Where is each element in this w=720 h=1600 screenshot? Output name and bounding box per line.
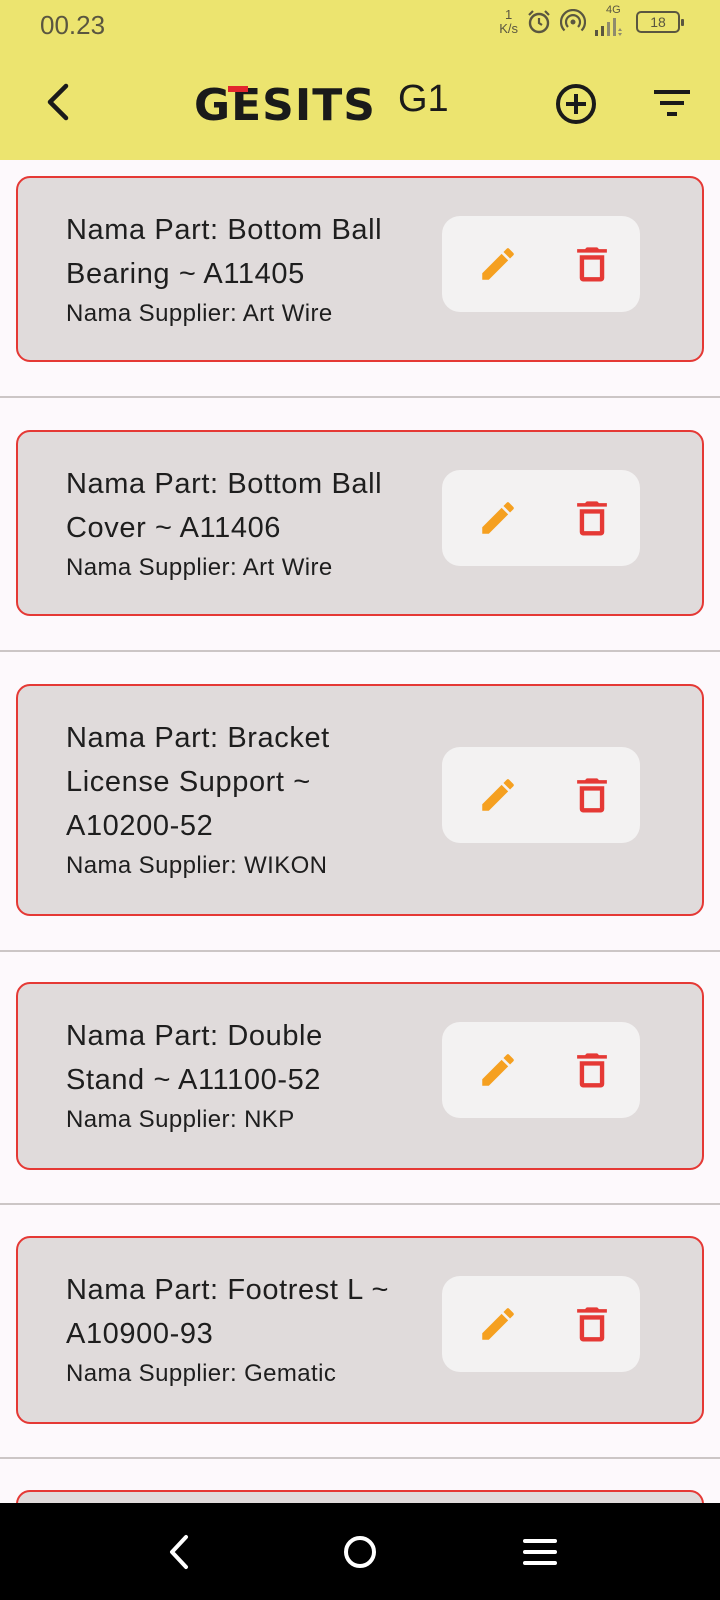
signal-icon <box>595 18 622 36</box>
nav-menu-icon <box>523 1539 557 1565</box>
nav-home-button[interactable] <box>333 1525 387 1579</box>
card-actions <box>442 216 640 312</box>
part-name: Nama Part: Bottom Ball Bearing ~ A11405 <box>66 208 416 296</box>
system-nav-bar <box>0 1503 720 1600</box>
signal-group: 4G <box>594 4 628 36</box>
card-actions <box>442 470 640 566</box>
edit-button[interactable] <box>472 769 524 821</box>
nav-home-icon <box>344 1536 376 1568</box>
supplier-name: Nama Supplier: WIKON <box>66 852 328 879</box>
add-part-button[interactable] <box>554 82 598 126</box>
part-name: Nama Part: Footrest L ~ A10900-93 <box>66 1268 416 1356</box>
part-info: Nama Part: Double Stand ~ A11100-52 Nama… <box>66 1014 416 1138</box>
part-info: Nama Part: Bottom Ball Bearing ~ A11405 … <box>66 208 416 332</box>
card-actions <box>442 1022 640 1118</box>
variant-title: G1 <box>398 78 449 120</box>
trash-icon <box>577 1053 607 1088</box>
filter-button[interactable] <box>650 82 694 126</box>
alarm-icon <box>528 10 550 34</box>
part-name-line: License Support ~ <box>66 766 311 798</box>
back-arrow-icon <box>47 83 69 121</box>
delete-button[interactable] <box>566 1298 618 1350</box>
parts-list[interactable]: Nama Part: Bottom Ball Bearing ~ A11405 … <box>0 160 720 1503</box>
card-divider <box>0 950 720 952</box>
pencil-icon <box>482 1308 514 1340</box>
logo-accent-bar <box>228 86 248 92</box>
delete-button[interactable] <box>566 1044 618 1096</box>
nav-back-button[interactable] <box>152 1525 206 1579</box>
part-info: Nama Part: Footrest L ~ A10900-93 Nama S… <box>66 1268 416 1392</box>
pencil-icon <box>482 779 514 811</box>
part-card[interactable]: Nama Part: Footrest L ~ A10900-93 Nama S… <box>16 1236 704 1424</box>
delete-button[interactable] <box>566 238 618 290</box>
part-name-line: Cover ~ A11406 <box>66 512 282 544</box>
card-divider <box>0 1457 720 1459</box>
card-actions <box>442 747 640 843</box>
filter-icon <box>654 90 690 116</box>
part-card-partial[interactable] <box>16 1490 704 1503</box>
status-time: 00.23 <box>40 10 106 40</box>
edit-button[interactable] <box>472 1044 524 1096</box>
edit-button[interactable] <box>472 238 524 290</box>
network-type: 4G <box>606 4 621 16</box>
hotspot-icon <box>560 9 586 32</box>
add-circle-icon <box>556 84 596 124</box>
part-info: Nama Part: Bottom Ball Cover ~ A11406 Na… <box>66 462 416 586</box>
status-icons: 1 K/s 4G 18 <box>499 4 684 36</box>
supplier-name: Nama Supplier: Gematic <box>66 1360 337 1387</box>
part-name-line: Nama Part: Footrest L ~ <box>66 1274 389 1306</box>
trash-icon <box>577 778 607 813</box>
part-name-line: Nama Part: Bottom Ball <box>66 214 383 246</box>
status-bar: 00.23 1 K/s 4G 18 <box>0 0 720 50</box>
gesits-logo: GESITS <box>194 80 376 131</box>
card-actions <box>442 1276 640 1372</box>
part-name-line: Stand ~ A11100-52 <box>66 1064 322 1096</box>
trash-icon <box>577 1307 607 1342</box>
trash-icon <box>577 501 607 536</box>
battery-level: 18 <box>650 14 666 30</box>
supplier-name: Nama Supplier: Art Wire <box>66 300 333 327</box>
edit-button[interactable] <box>472 1298 524 1350</box>
back-button[interactable] <box>36 78 84 126</box>
nav-back-icon <box>170 1535 188 1569</box>
logo-text: GESITS <box>194 80 376 131</box>
card-divider <box>0 1203 720 1205</box>
part-info: Nama Part: Bracket License Support ~ A10… <box>66 716 416 884</box>
part-name-line: A10900-93 <box>66 1318 214 1350</box>
edit-button[interactable] <box>472 492 524 544</box>
part-name-line: Nama Part: Double <box>66 1020 323 1052</box>
delete-button[interactable] <box>566 492 618 544</box>
part-name: Nama Part: Double Stand ~ A11100-52 <box>66 1014 416 1102</box>
part-card[interactable]: Nama Part: Bottom Ball Bearing ~ A11405 … <box>16 176 704 362</box>
network-speed-value: 1 <box>504 7 513 22</box>
battery-indicator: 18 <box>636 11 684 33</box>
part-name-line: Bearing ~ A11405 <box>66 258 305 290</box>
part-name-line: Nama Part: Bracket <box>66 722 330 754</box>
pencil-icon <box>482 502 514 534</box>
part-name: Nama Part: Bottom Ball Cover ~ A11406 <box>66 462 416 550</box>
pencil-icon <box>482 1054 514 1086</box>
app-bar: GESITS G1 <box>0 50 720 160</box>
part-card[interactable]: Nama Part: Bottom Ball Cover ~ A11406 Na… <box>16 430 704 616</box>
card-divider <box>0 650 720 652</box>
network-speed: 1 K/s <box>499 8 518 36</box>
part-card[interactable]: Nama Part: Bracket License Support ~ A10… <box>16 684 704 916</box>
card-divider <box>0 396 720 398</box>
network-speed-unit: K/s <box>499 21 518 36</box>
part-name-line: A10200-52 <box>66 810 214 842</box>
part-name: Nama Part: Bracket License Support ~ A10… <box>66 716 416 848</box>
supplier-name: Nama Supplier: Art Wire <box>66 554 333 581</box>
delete-button[interactable] <box>566 769 618 821</box>
pencil-icon <box>482 248 514 280</box>
part-name-line: Nama Part: Bottom Ball <box>66 468 383 500</box>
part-card[interactable]: Nama Part: Double Stand ~ A11100-52 Nama… <box>16 982 704 1170</box>
supplier-name: Nama Supplier: NKP <box>66 1106 295 1133</box>
nav-menu-button[interactable] <box>513 1525 567 1579</box>
trash-icon <box>577 247 607 282</box>
